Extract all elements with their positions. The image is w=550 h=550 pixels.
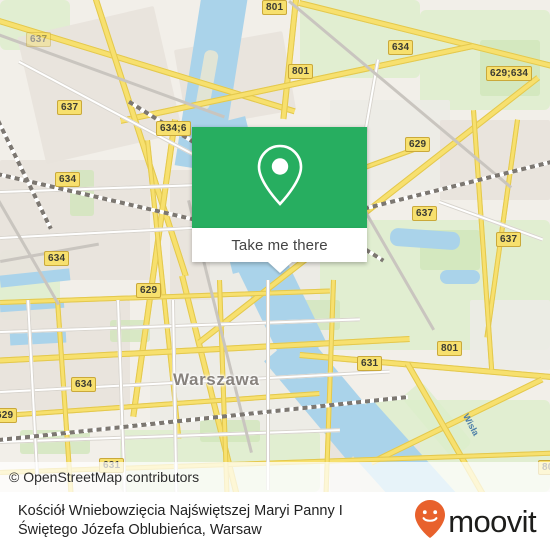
- water-pond: [440, 270, 480, 284]
- road-shield: 801: [288, 64, 314, 79]
- moovit-wordmark: moovit: [448, 503, 536, 539]
- attribution-text: © OpenStreetMap contributors: [9, 469, 200, 485]
- road-shield: 637: [57, 100, 83, 115]
- road-shield: 801: [437, 341, 463, 356]
- map-callout-card[interactable]: Take me there: [192, 127, 367, 273]
- road-shield: 634: [55, 172, 81, 187]
- road-shield: 629: [0, 408, 18, 423]
- road-shield: 637: [412, 206, 438, 221]
- map-screenshot: Warszawa Wisła 637 801 634 629;634 801 637 634…: [0, 0, 550, 550]
- moovit-logo[interactable]: moovit: [415, 499, 537, 543]
- road-shield: 637: [26, 32, 52, 47]
- moovit-pin-smiley-icon: [415, 499, 446, 543]
- city-label: Warszawa: [173, 370, 260, 389]
- road-shield: 629: [136, 283, 162, 298]
- callout-body: [192, 127, 367, 228]
- road-minor: [266, 280, 270, 490]
- page-footer: Kościół Wniebowzięcia Najświętszej Maryi…: [0, 492, 550, 550]
- road-shield: 634: [71, 377, 97, 392]
- urban-block: [440, 120, 550, 200]
- road-shield: 634: [44, 251, 70, 266]
- road-shield: 637: [496, 232, 522, 247]
- road-shield: 629;634: [486, 66, 533, 81]
- road-shield: 634: [388, 40, 414, 55]
- road-shield: 801: [262, 0, 288, 15]
- place-title: Kościół Wniebowzięcia Najświętszej Maryi…: [18, 503, 343, 538]
- urban-block: [470, 300, 550, 370]
- map-attribution: © OpenStreetMap contributors: [0, 462, 550, 492]
- road-shield: 634;6: [156, 121, 191, 136]
- road-shield: 629: [405, 137, 431, 152]
- road-shield: 631: [357, 356, 383, 371]
- take-me-there-label: Take me there: [231, 236, 328, 254]
- map-pin-icon: [254, 142, 306, 213]
- callout-footer[interactable]: Take me there: [192, 228, 367, 273]
- callout-tail: [267, 262, 292, 273]
